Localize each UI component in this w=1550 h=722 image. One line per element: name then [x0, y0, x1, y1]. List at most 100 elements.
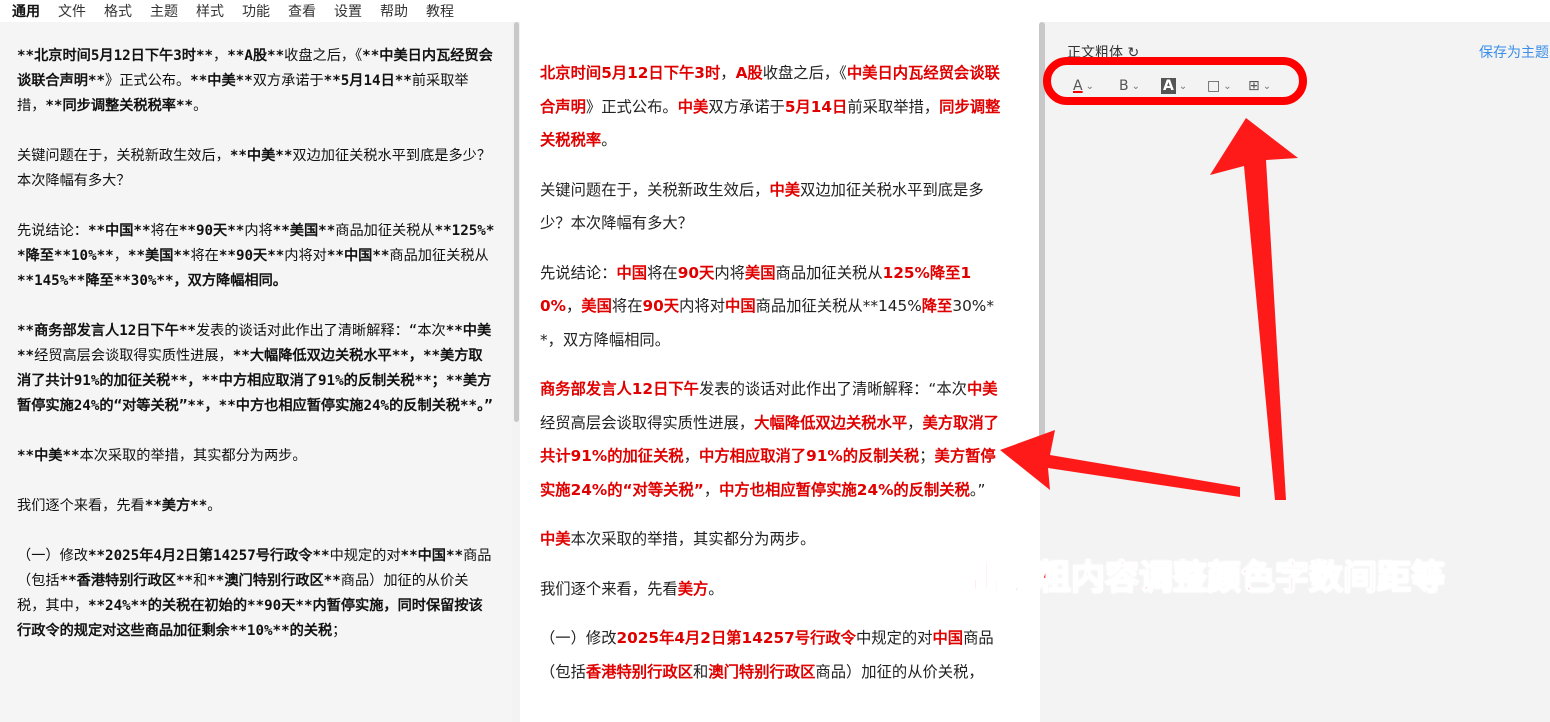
menu-help[interactable]: 帮助: [380, 1, 408, 21]
bold-button[interactable]: B ⌄: [1119, 78, 1140, 94]
editor-bold-text[interactable]: **美国**: [273, 223, 336, 239]
editor-text: 。: [207, 498, 222, 514]
editor-bold-text[interactable]: **145%**降至**30%**，双方降幅相同。: [17, 273, 287, 289]
menu-theme[interactable]: 主题: [150, 1, 178, 21]
preview-text[interactable]: 北京时间5月12日下午3时，A股收盘之后，《中美日内瓦经贸会谈联合声明》正式公布…: [540, 57, 1006, 705]
preview-bold-text[interactable]: 商务部发言人12日下午: [540, 380, 699, 398]
bold-icon: B: [1119, 78, 1129, 94]
preview-bold-text[interactable]: 降至: [922, 297, 953, 315]
preview-bold-text[interactable]: 中美: [769, 181, 800, 199]
style-panel: 正文粗体 ↻ 保存为主题: [1045, 22, 1550, 722]
preview-bold-text[interactable]: 中国: [617, 264, 648, 282]
menu-general[interactable]: 通用: [12, 1, 40, 21]
preview-paragraph: 先说结论：中国将在90天内将美国商品加征关税从125%降至10%，美国将在90天…: [540, 257, 1006, 358]
menu-style[interactable]: 样式: [196, 1, 224, 21]
editor-bold-text[interactable]: **美方**: [145, 498, 208, 514]
editor-text: 发表的谈话对此作出了清晰解释：: [195, 323, 409, 339]
font-color-button[interactable]: A ⌄: [1073, 78, 1094, 94]
editor-bold-text[interactable]: **中美**: [190, 73, 253, 89]
preview-bold-text[interactable]: 大幅降低双边关税水平: [754, 414, 907, 432]
save-as-theme-link[interactable]: 保存为主题: [1479, 42, 1549, 62]
menu-features[interactable]: 功能: [242, 1, 270, 21]
menu-tutorial[interactable]: 教程: [426, 1, 454, 21]
spacing-button[interactable]: ⊞ ⌄: [1248, 78, 1271, 94]
preview-paragraph: 北京时间5月12日下午3时，A股收盘之后，《中美日内瓦经贸会谈联合声明》正式公布…: [540, 57, 1006, 158]
editor-bold-text[interactable]: **香港特别行政区**: [60, 573, 193, 589]
preview-paragraph: （一）修改2025年4月2日第14257号行政令中规定的对中国商品（包括香港特别…: [540, 622, 1006, 689]
preview-paragraph: 关键问题在于，关税新政生效后，中美双边加征关税水平到底是多少？本次降幅有多大？: [540, 174, 1006, 241]
markdown-editor[interactable]: **北京时间5月12日下午3时**，**A股**收盘之后，《**中美日内瓦经贸会…: [0, 22, 512, 722]
preview-text: 发表的谈话对此作出了清晰解释：“本次: [698, 380, 967, 398]
preview-bold-text[interactable]: 北京时间5月12日下午3时: [540, 64, 720, 82]
chevron-down-icon: ⌄: [1178, 80, 1188, 92]
preview-text: 经贸高层会谈取得实质性进展，: [540, 413, 755, 432]
editor-text: 将在: [190, 248, 219, 264]
menu-view[interactable]: 查看: [288, 1, 316, 21]
bold-style-toolbar: A ⌄ B ⌄ A ⌄ □ ⌄ ⊞ ⌄: [1043, 57, 1307, 105]
preview-bold-text[interactable]: 中国: [725, 297, 756, 315]
preview-bold-text[interactable]: 美国: [581, 297, 612, 315]
menu-settings[interactable]: 设置: [334, 1, 362, 21]
editor-bold-text[interactable]: **中美**: [230, 148, 293, 164]
editor-bold-text[interactable]: **中国**: [327, 248, 390, 264]
menu-file[interactable]: 文件: [58, 1, 86, 21]
preview-text: 。: [708, 579, 724, 598]
preview-bold-text[interactable]: 中方也相应暂停实施24%的反制关税: [719, 481, 970, 499]
border-icon: □: [1207, 78, 1221, 94]
preview-bold-text[interactable]: 澳门特别行政区: [708, 663, 815, 681]
preview-bold-text[interactable]: 中方相应取消了91%的反制关税: [699, 447, 919, 465]
editor-text[interactable]: **北京时间5月12日下午3时**，**A股**收盘之后，《**中美日内瓦经贸会…: [17, 44, 495, 669]
preview-pane[interactable]: 北京时间5月12日下午3时，A股收盘之后，《中美日内瓦经贸会谈联合声明》正式公布…: [520, 22, 1040, 722]
preview-bold-text[interactable]: 美国: [745, 264, 776, 282]
editor-bold-text[interactable]: **北京时间5月12日下午3时**: [17, 48, 213, 64]
editor-bold-text[interactable]: **美国**: [128, 248, 191, 264]
editor-text: “本次: [408, 323, 446, 339]
preview-bold-text[interactable]: 美方: [678, 580, 709, 598]
editor-bold-text[interactable]: **商务部发言人12日下午**: [17, 323, 196, 339]
preview-bold-text[interactable]: 中美: [967, 380, 998, 398]
chevron-down-icon: ⌄: [1262, 80, 1272, 92]
editor-paragraph: （一）修改**2025年4月2日第14257号行政令**中规定的对**中国**商…: [17, 544, 495, 644]
preview-bold-text[interactable]: 2025年4月2日第14257号行政令: [617, 629, 856, 647]
preview-text: ，: [683, 447, 700, 465]
editor-bold-text[interactable]: **5月14日**: [324, 73, 412, 89]
preview-bold-text[interactable]: 90天: [643, 297, 680, 315]
editor-paragraph: **北京时间5月12日下午3时**，**A股**收盘之后，《**中美日内瓦经贸会…: [17, 44, 495, 119]
preview-text: 。”: [969, 480, 986, 499]
editor-text: ；: [332, 623, 347, 639]
preview-text: ，: [565, 297, 582, 315]
preview-text: 本次采取的举措，其实都分为两步。: [570, 530, 816, 548]
editor-bold-text[interactable]: **中国**: [401, 548, 464, 564]
editor-text: 商品加征关税从: [335, 223, 435, 239]
editor-bold-text[interactable]: **澳门特别行政区**: [207, 573, 340, 589]
preview-text: 我们逐个来看，先看: [540, 579, 678, 598]
preview-bold-text[interactable]: 香港特别行政区: [586, 663, 693, 681]
preview-bold-text[interactable]: A股: [736, 64, 763, 82]
editor-bold-text[interactable]: **90天**: [179, 223, 244, 239]
editor-bold-text[interactable]: **2025年4月2日第14257号行政令**: [88, 548, 330, 564]
background-color-button[interactable]: A ⌄: [1161, 78, 1187, 94]
annotation-caption: 点击加粗内容调整颜色字数间距等: [934, 557, 1446, 599]
preview-bold-text[interactable]: 中美: [678, 98, 709, 116]
preview-text: 商品加征关税从: [775, 263, 883, 282]
spacing-icon: ⊞: [1248, 78, 1260, 94]
menu-bar: 通用 文件 格式 主题 样式 功能 查看 设置 帮助 教程: [0, 0, 1550, 22]
preview-bold-text[interactable]: 5月14日: [785, 98, 848, 116]
preview-bold-text[interactable]: 中国: [932, 629, 963, 647]
preview-bold-text[interactable]: 90天: [678, 264, 715, 282]
editor-bold-text[interactable]: **A股**: [227, 48, 284, 64]
editor-bold-text[interactable]: **同步调整关税税率**: [45, 98, 193, 114]
preview-text: （一）修改: [540, 629, 617, 647]
preview-text: 收盘之后，《: [762, 64, 847, 82]
border-button[interactable]: □ ⌄: [1207, 78, 1232, 94]
preview-bold-text[interactable]: 中美: [540, 530, 571, 548]
preview-text: ；: [919, 447, 935, 465]
editor-paragraph: 我们逐个来看，先看**美方**。: [17, 494, 495, 519]
menu-format[interactable]: 格式: [104, 1, 132, 21]
editor-bold-text[interactable]: **90天**: [219, 248, 284, 264]
editor-text: 经贸高层会谈取得实质性进展，: [34, 348, 233, 364]
editor-bold-text[interactable]: **中美**: [17, 448, 80, 464]
editor-scrollbar[interactable]: [514, 22, 519, 422]
preview-text: 将在: [611, 297, 643, 315]
editor-bold-text[interactable]: **中国**: [88, 223, 151, 239]
